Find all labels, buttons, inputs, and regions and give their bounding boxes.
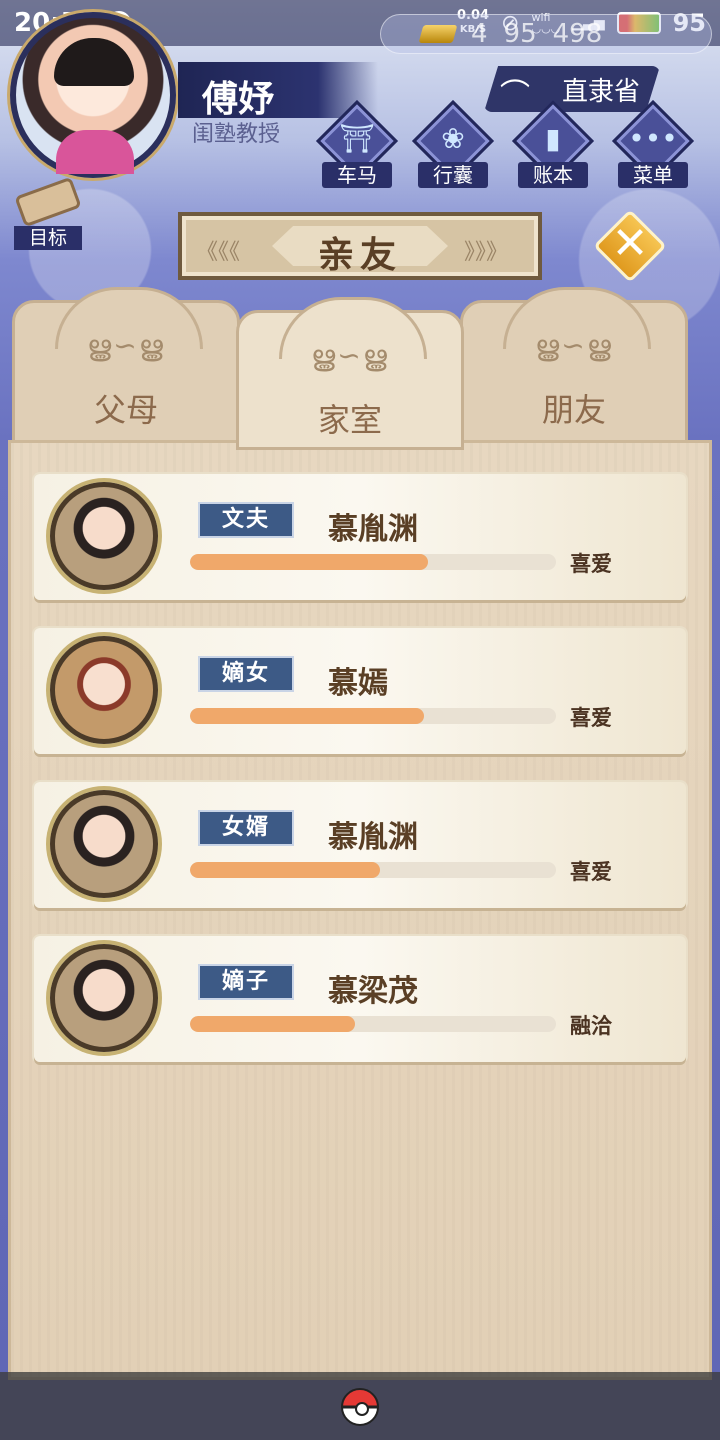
relative-portrait	[50, 790, 158, 898]
panel-title-banner: 《《《 亲友 》》》	[178, 212, 542, 280]
cloud-swirl-icon: ൠ∽ൠ	[311, 339, 389, 372]
relative-name: 慕嫣	[328, 666, 388, 701]
bottom-nav-bar	[0, 1372, 720, 1440]
tab-parents[interactable]: ൠ∽ൠ 父母	[12, 287, 240, 450]
affinity-fill	[190, 708, 425, 724]
tab-family-label: 家室	[317, 401, 382, 439]
relative-card[interactable]: 女婿 慕胤渊 喜爱	[34, 782, 686, 908]
tab-friends[interactable]: ൠ∽ൠ 朋友	[460, 287, 688, 450]
relative-name: 慕梁茂	[328, 974, 418, 1009]
gold-count: 4	[471, 19, 488, 49]
affinity-fill	[190, 1016, 355, 1032]
carriage-icon: ⛩	[339, 122, 375, 155]
affinity-status: 喜爱	[570, 860, 612, 884]
tab-friends-label: 朋友	[541, 391, 606, 429]
relative-card[interactable]: 嫡女 慕嫣 喜爱	[34, 628, 686, 754]
affinity-status: 喜爱	[570, 552, 612, 576]
tab-family[interactable]: ൠ∽ൠ 家室	[236, 297, 464, 450]
carriage-label: 车马	[322, 162, 392, 188]
silver-count: 95	[503, 19, 537, 49]
region-emblem-icon: ⌒	[500, 78, 530, 113]
relation-tag: 嫡子	[198, 964, 294, 1000]
scroll-icon	[14, 176, 82, 228]
region-label: 直隶省	[561, 76, 640, 107]
affinity-bar	[190, 708, 556, 724]
bag-icon: ❀	[441, 122, 465, 155]
relative-card[interactable]: 文夫 慕胤渊 喜爱	[34, 474, 686, 600]
ledger-label: 账本	[518, 162, 588, 188]
goal-label: 目标	[14, 226, 82, 250]
affinity-status: 融洽	[570, 1014, 612, 1038]
pokeball-icon[interactable]	[341, 1388, 379, 1426]
tab-parents-label: 父母	[93, 391, 158, 429]
ledger-button[interactable]: ▮ 账本	[511, 99, 595, 188]
goal-button[interactable]: 目标	[10, 176, 86, 250]
ledger-icon: ▮	[545, 122, 561, 155]
relative-portrait	[50, 636, 158, 744]
relation-tag: 文夫	[198, 502, 294, 538]
relative-name: 慕胤渊	[328, 512, 418, 547]
relative-portrait	[50, 482, 158, 590]
gold-bar-icon	[418, 25, 458, 43]
menu-label: 菜单	[618, 162, 688, 188]
bag-button[interactable]: ❀ 行囊	[411, 99, 495, 188]
resource-bar: 4 95 498	[380, 14, 712, 54]
affinity-bar	[190, 554, 556, 570]
relative-portrait	[50, 944, 158, 1052]
affinity-bar	[190, 1016, 556, 1032]
avatar-hair	[54, 38, 134, 86]
relative-card[interactable]: 嫡子 慕梁茂 融洽	[34, 936, 686, 1062]
carriage-button[interactable]: ⛩ 车马	[315, 99, 399, 188]
cloud-swirl-icon: ൠ∽ൠ	[535, 329, 613, 362]
more-icon: •••	[628, 122, 678, 155]
relation-tag: 女婿	[198, 810, 294, 846]
player-name: 傅妤	[202, 79, 275, 120]
affinity-fill	[190, 862, 381, 878]
banner-right-ornament: 》》》	[464, 240, 509, 265]
relative-name: 慕胤渊	[328, 820, 418, 855]
close-icon[interactable]: ✕	[604, 218, 656, 270]
app-screen: 20:55 0.04 KB/S ⊘ wifi◡◡◡ ▁▃▅ 95 4 95 49…	[0, 0, 720, 1440]
avatar-dress	[56, 130, 134, 174]
player-title: 闺塾教授	[192, 122, 281, 147]
affinity-status: 喜爱	[570, 706, 612, 730]
affinity-fill	[190, 554, 428, 570]
bag-label: 行囊	[418, 162, 488, 188]
relation-tag: 嫡女	[198, 656, 294, 692]
player-avatar[interactable]	[10, 12, 176, 178]
affinity-bar	[190, 862, 556, 878]
menu-button[interactable]: ••• 菜单	[611, 99, 695, 188]
coin-count: 498	[552, 19, 603, 49]
cloud-swirl-icon: ൠ∽ൠ	[87, 329, 165, 362]
